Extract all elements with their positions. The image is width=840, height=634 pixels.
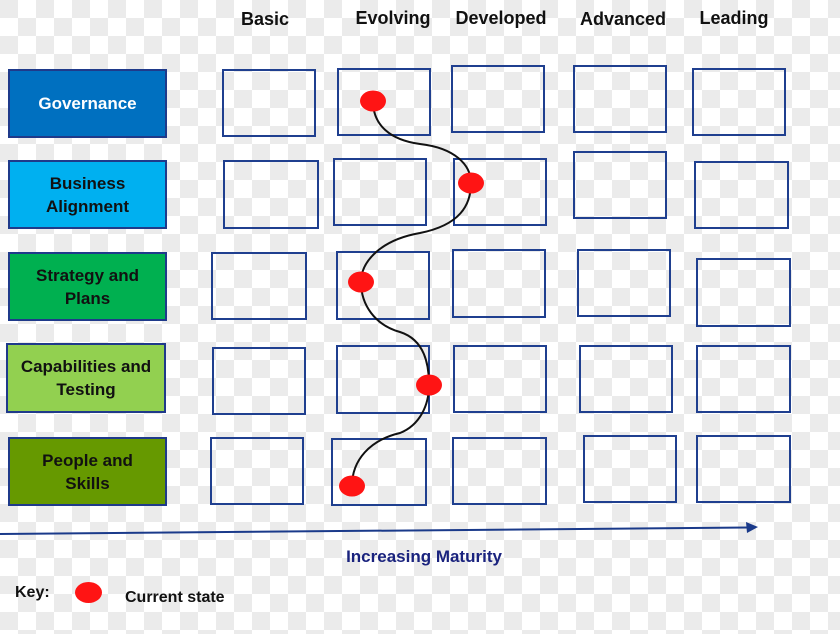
current-state-dot-business-alignment bbox=[458, 172, 484, 194]
current-state-dot-people-and-skills bbox=[339, 475, 365, 497]
current-state-marker-icon bbox=[75, 582, 102, 603]
arrow-head-icon bbox=[746, 522, 758, 533]
current-state-dot-governance bbox=[360, 90, 386, 112]
key-current-state-label: Current state bbox=[125, 589, 225, 606]
maturity-axis-arrow bbox=[0, 526, 749, 535]
key-label: Key: bbox=[15, 584, 50, 601]
current-state-dot-strategy-and-plans bbox=[348, 271, 374, 293]
maturity-path-overlay bbox=[0, 90, 758, 535]
current-state-dot-capabilities-and-testing bbox=[416, 374, 442, 396]
axis-label: Increasing Maturity bbox=[346, 547, 502, 566]
current-state-path bbox=[351, 100, 473, 487]
